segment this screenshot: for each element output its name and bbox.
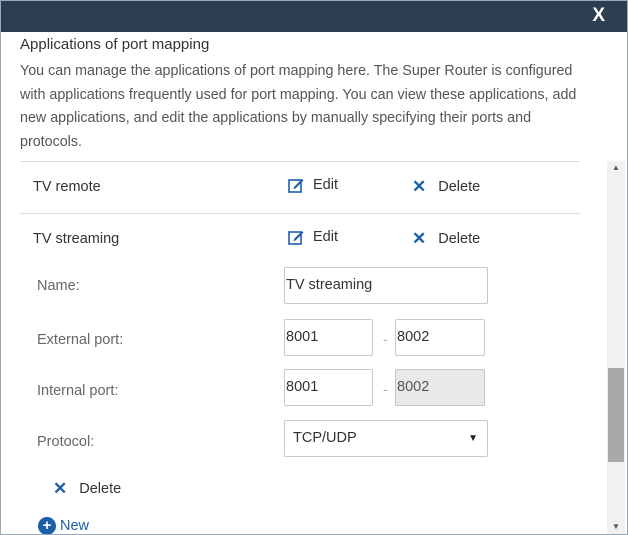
app-row-tv-streaming: TV streaming Edit ✕ Delete [20,214,580,264]
plus-icon: + [38,517,56,534]
delete-label: Delete [438,179,481,195]
new-application-button[interactable]: + New [38,517,90,534]
internal-port-label: Internal port: [37,383,119,399]
range-separator: - [383,381,388,397]
app-name: TV remote [33,179,101,195]
edit-icon [288,179,304,193]
dialog-heading: Applications of port mapping [20,36,210,53]
internal-port-end-input: 8002 [395,369,485,406]
range-separator: - [383,331,388,347]
x-icon: ✕ [53,479,68,498]
protocol-select[interactable]: TCP/UDP ▼ [284,420,488,457]
delete-label: Delete [79,481,122,497]
scrollbar-thumb[interactable] [608,368,624,462]
dialog-description: You can manage the applications of port … [20,63,577,150]
external-port-label: External port: [37,332,124,348]
x-icon: ✕ [412,177,427,196]
dialog-titlebar: X [1,1,627,32]
delete-button[interactable]: ✕ Delete [412,177,480,197]
app-row-tv-remote: TV remote Edit ✕ Delete [20,162,580,212]
scroll-up-icon[interactable]: ▲ [607,161,625,175]
scroll-down-icon[interactable]: ▼ [607,520,625,534]
delete-label: Delete [438,231,481,247]
edit-button[interactable]: Edit [288,177,338,193]
edit-button[interactable]: Edit [288,229,338,245]
vertical-scrollbar[interactable]: ▲ ▼ [607,161,625,534]
dropdown-arrow-icon: ▼ [468,433,478,444]
edit-label: Edit [313,229,338,245]
external-port-end-input[interactable]: 8002 [395,319,485,356]
applications-list: TV remote Edit ✕ Delete TV streaming Edi… [1,161,607,534]
external-port-start-input[interactable]: 8001 [284,319,373,356]
x-icon: ✕ [412,229,427,248]
close-icon[interactable]: X [592,5,605,27]
app-name: TV streaming [33,231,120,247]
name-label: Name: [37,278,80,294]
new-label: New [60,518,90,534]
name-input[interactable]: TV streaming [284,267,488,304]
delete-entry-button[interactable]: ✕ Delete [53,479,121,499]
port-mapping-dialog: X Applications of port mapping You can m… [0,0,628,535]
edit-icon [288,231,304,245]
protocol-value: TCP/UDP [293,430,357,446]
protocol-label: Protocol: [37,434,95,450]
delete-button[interactable]: ✕ Delete [412,229,480,249]
internal-port-start-input[interactable]: 8001 [284,369,373,406]
edit-label: Edit [313,177,338,193]
